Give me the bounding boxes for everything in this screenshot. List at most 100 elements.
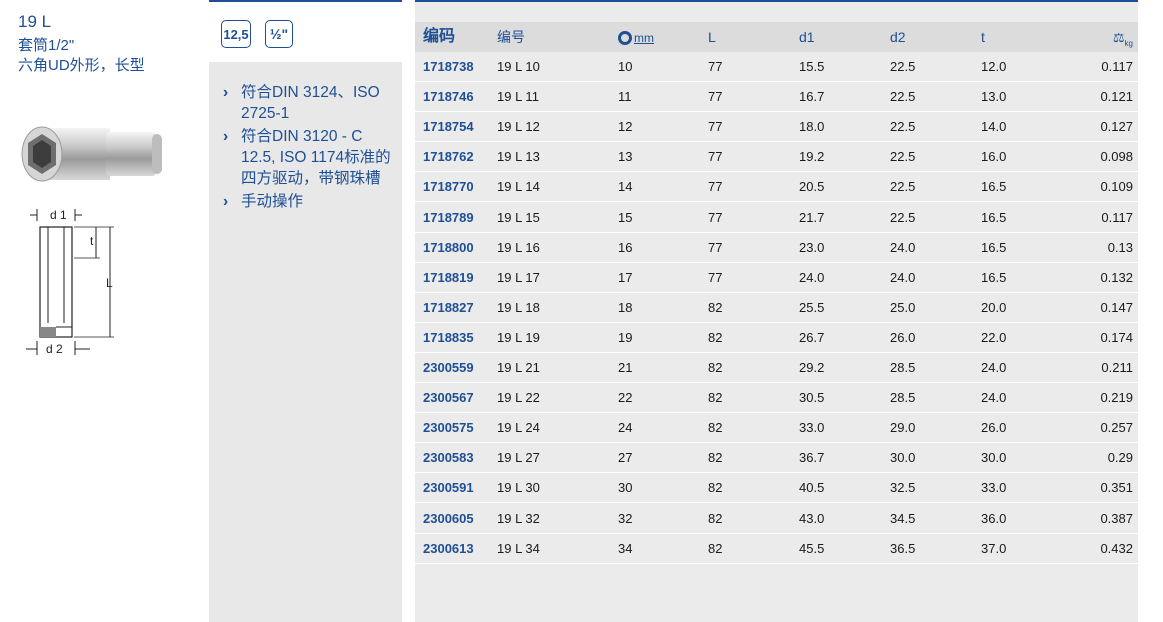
feature-list: › 符合DIN 3124、ISO 2725-1 › 符合DIN 3120 - C… (223, 82, 398, 214)
cell-code: 1718819 (423, 269, 474, 285)
cell-size: 27 (618, 450, 633, 466)
cell-t: 16.5 (981, 239, 1007, 255)
feature-text: 符合DIN 3120 - C 12.5, ISO 1174标准的四方驱动，带钢珠… (241, 128, 391, 187)
product-info-column: 19 L 套筒1/2" 六角UD外形，长型 d 1 t L d 2 (0, 0, 205, 622)
cell-code: 1718770 (423, 179, 474, 195)
t-label: t (90, 234, 94, 248)
feature-item: › 符合DIN 3120 - C 12.5, ISO 1174标准的四方驱动，带… (223, 126, 398, 189)
cell-L: 77 (708, 179, 723, 195)
cell-size: 24 (618, 420, 633, 436)
table-row: 1718754 19 L 12 12 77 18.0 22.5 14.0 0.127 (415, 112, 1138, 143)
cell-code: 1718738 (423, 59, 474, 74)
cell-d1: 24.0 (799, 269, 825, 285)
cell-weight: 0.174 (1100, 329, 1133, 345)
scale-icon: ⚖ (1112, 30, 1125, 45)
cell-t: 37.0 (981, 540, 1007, 556)
spec-table: 编码 编号 mm L d1 d2 t ⚖kg 1718738 19 L 10 10 7… (415, 0, 1138, 622)
cell-size: 12 (618, 119, 633, 135)
cell-number: 19 L 21 (497, 360, 540, 375)
header-t: t (981, 29, 985, 45)
cell-code: 2300575 (423, 420, 474, 436)
cell-d1: 19.2 (799, 149, 825, 165)
cell-number: 19 L 16 (497, 239, 540, 255)
cell-number: 19 L 27 (497, 450, 540, 466)
cell-t: 14.0 (981, 119, 1007, 135)
cell-weight: 0.387 (1100, 510, 1133, 526)
cell-t: 24.0 (981, 390, 1007, 406)
table-row: 1718770 19 L 14 14 77 20.5 22.5 16.5 0.109 (415, 172, 1138, 203)
cell-weight: 0.29 (1107, 450, 1133, 466)
cell-size: 11 (618, 89, 632, 105)
cell-number: 19 L 13 (497, 149, 540, 165)
cell-t: 16.5 (981, 209, 1007, 225)
cell-size: 15 (618, 209, 633, 225)
cell-L: 77 (708, 149, 723, 165)
cell-weight: 0.351 (1100, 480, 1133, 496)
chevron-right-icon: › (223, 84, 229, 101)
cell-code: 1718827 (423, 299, 474, 315)
feature-text: 手动操作 (241, 193, 304, 210)
header-weight: ⚖kg (1055, 22, 1133, 52)
cell-d2: 32.5 (890, 480, 916, 496)
header-mm-label: mm (634, 31, 654, 45)
cell-L: 82 (708, 540, 723, 556)
header-d2: d2 (890, 29, 906, 45)
cell-code: 1718800 (423, 239, 474, 255)
subtitle-line-2: 六角UD外形，长型 (18, 57, 145, 74)
header-kg-label: kg (1124, 38, 1133, 48)
drive-inch-badge: ½" (265, 20, 293, 48)
dimension-diagram: d 1 t L d 2 (26, 208, 114, 356)
cell-number: 19 L 32 (497, 510, 540, 526)
cell-t: 33.0 (981, 480, 1007, 496)
cell-d2: 25.0 (890, 299, 916, 315)
cell-t: 13.0 (981, 89, 1007, 105)
cell-d1: 21.7 (799, 209, 825, 225)
chevron-right-icon: › (223, 193, 229, 210)
cell-d1: 30.5 (799, 390, 825, 406)
cell-L: 77 (708, 209, 723, 225)
cell-L: 82 (708, 299, 723, 315)
table-row: 2300583 19 L 27 27 82 36.7 30.0 30.0 0.29 (415, 443, 1138, 474)
cell-number: 19 L 18 (497, 299, 540, 315)
table-row: 2300559 19 L 21 21 82 29.2 28.5 24.0 0.211 (415, 353, 1138, 383)
cell-weight: 0.098 (1100, 149, 1133, 165)
cell-L: 82 (708, 450, 723, 466)
cell-L: 82 (708, 510, 723, 526)
cell-d2: 22.5 (890, 89, 916, 105)
cell-d1: 20.5 (799, 179, 825, 195)
cell-d2: 28.5 (890, 360, 916, 375)
cell-size: 14 (618, 179, 633, 195)
cell-L: 77 (708, 269, 723, 285)
cell-size: 17 (618, 269, 633, 285)
badge-bar: 12,5 ½" (209, 0, 402, 62)
table-row: 1718789 19 L 15 15 77 21.7 22.5 16.5 0.117 (415, 203, 1138, 233)
cell-size: 21 (618, 360, 633, 375)
cell-d1: 26.7 (799, 329, 825, 345)
feature-item: › 符合DIN 3124、ISO 2725-1 (223, 82, 398, 124)
cell-weight: 0.432 (1100, 540, 1133, 556)
cell-d2: 22.5 (890, 119, 916, 135)
cell-size: 19 (618, 329, 633, 345)
table-row: 1718800 19 L 16 16 77 23.0 24.0 16.5 0.13 (415, 233, 1138, 263)
cell-weight: 0.132 (1100, 269, 1133, 285)
cell-size: 10 (618, 59, 633, 74)
cell-weight: 0.211 (1101, 360, 1133, 375)
cell-number: 19 L 12 (497, 119, 540, 135)
cell-d2: 30.0 (890, 450, 916, 466)
table-row: 1718835 19 L 19 19 82 26.7 26.0 22.0 0.174 (415, 323, 1138, 353)
table-header: 编码 编号 mm L d1 d2 t ⚖kg (415, 22, 1138, 52)
cell-weight: 0.147 (1100, 299, 1133, 315)
cell-code: 2300567 (423, 390, 474, 406)
cell-code: 1718789 (423, 209, 474, 225)
features-column: 12,5 ½" › 符合DIN 3124、ISO 2725-1 › 符合DIN … (209, 0, 402, 622)
cell-size: 18 (618, 299, 633, 315)
cell-t: 16.0 (981, 149, 1007, 165)
cell-L: 82 (708, 390, 723, 406)
cell-size: 22 (618, 390, 633, 406)
cell-L: 82 (708, 480, 723, 496)
cell-number: 19 L 24 (497, 420, 540, 436)
table-row: 1718738 19 L 10 10 77 15.5 22.5 12.0 0.117 (415, 52, 1138, 82)
cell-t: 22.0 (981, 329, 1007, 345)
cell-d1: 25.5 (799, 299, 825, 315)
cell-number: 19 L 11 (497, 89, 539, 105)
